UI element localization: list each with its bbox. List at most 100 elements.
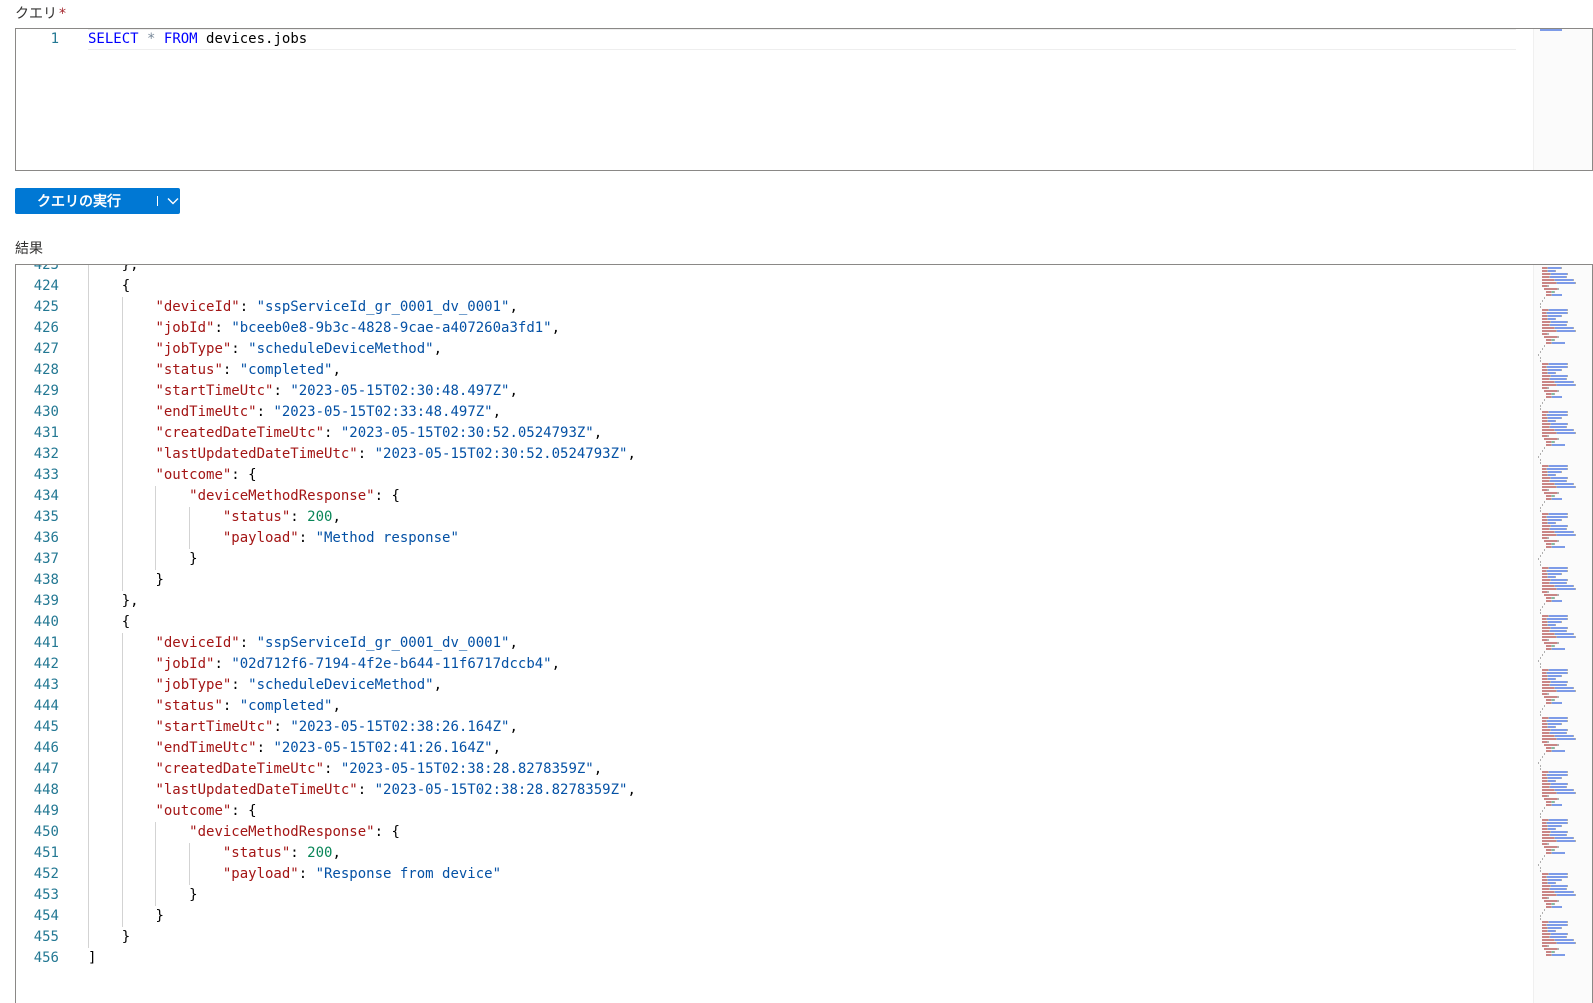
minimap-token [1542,606,1543,608]
minimap-token [1544,909,1545,911]
minimap-token [1548,372,1555,374]
minimap-token [1555,789,1573,791]
minimap-token [1557,288,1559,290]
minimap-token [1566,630,1567,632]
code-line: 441 "deviceId": "sspServiceId_gr_0001_dv… [16,633,1516,654]
code-token: "2023-05-15T02:38:26.164Z" [290,719,510,735]
minimap-token [1557,594,1559,596]
minimap-token [1555,930,1556,932]
minimap-token [1549,309,1567,311]
minimap-token [1538,558,1539,560]
minimap-token [1550,582,1566,584]
code-token: "Response from device" [315,866,502,882]
minimap-token [1551,321,1567,323]
minimap-token [1567,774,1568,776]
minimap-token [1566,426,1567,428]
minimap-token [1551,933,1567,935]
minimap-token [1567,411,1568,413]
code-token: "endTimeUtc" [155,740,257,756]
minimap-token [1542,279,1554,281]
minimap-token [1548,624,1555,626]
line-content: { [88,276,130,297]
query-editor[interactable]: 1 SELECT * FROM devices.jobs [15,28,1593,171]
code-token: , [509,635,518,651]
code-token: "startTimeUtc" [155,719,274,735]
chevron-down-icon[interactable] [166,193,180,209]
minimap-token [1567,423,1568,425]
minimap-token [1550,732,1566,734]
code-token: "2023-05-15T02:30:52.0524793Z" [340,425,594,441]
code-token: : [256,740,274,756]
code-token: , [593,761,603,777]
query-minimap[interactable] [1533,29,1592,170]
minimap-token [1540,765,1541,767]
minimap-token [1549,717,1567,719]
code-token: "payload" [222,530,299,546]
minimap-token [1547,285,1549,287]
minimap-token [1573,735,1574,737]
minimap-token [1548,930,1555,932]
code-token: : { [231,803,257,819]
minimap-token [1551,681,1567,683]
minimap-token [1561,369,1562,371]
minimap-token [1555,882,1556,884]
minimap-token [1542,402,1543,404]
minimap-token [1548,576,1555,578]
minimap-token [1575,840,1576,842]
minimap-token [1567,873,1568,875]
line-content: "endTimeUtc": "2023-05-15T02:41:26.164Z"… [88,738,501,759]
minimap-token [1561,519,1562,521]
line-number: 449 [33,803,59,819]
minimap-token [1540,303,1541,305]
code-token: : [273,383,291,399]
line-content: { [88,612,130,633]
minimap-token [1550,528,1566,530]
minimap-token [1542,729,1550,731]
minimap-token [1548,369,1561,371]
indent-guide [155,822,157,906]
minimap-token [1548,675,1561,677]
code-line: 451 "status": 200, [16,843,1516,864]
minimap-token [1567,468,1568,470]
minimap-token [1549,465,1567,467]
minimap-token [1542,588,1556,590]
minimap-token [1544,549,1545,551]
minimap-token [1542,477,1550,479]
minimap-token [1552,750,1565,752]
minimap-token [1567,579,1568,581]
code-token: "2023-05-15T02:30:52.0524793Z" [374,446,628,462]
minimap-token [1557,330,1575,332]
minimap-token [1547,468,1567,470]
minimap-token [1557,894,1575,896]
minimap-token [1554,747,1555,749]
line-number: 445 [33,719,59,735]
minimap-token [1538,762,1539,764]
minimap-token [1542,423,1550,425]
code-line: 454 } [16,906,1516,927]
code-token: "2023-05-15T02:38:28.8278359Z" [340,761,594,777]
minimap-token [1548,519,1561,521]
minimap-token [1575,792,1576,794]
results-minimap[interactable] [1533,265,1592,1003]
minimap-token [1555,318,1556,320]
code-token: : [298,530,316,546]
minimap-token [1547,945,1549,947]
minimap-token [1540,453,1541,455]
minimap-token [1567,615,1568,617]
code-token: "lastUpdatedDateTimeUtc" [155,446,358,462]
run-query-button[interactable]: クエリの実行 [15,188,180,214]
code-token: ] [88,950,97,966]
minimap-token [1554,699,1555,701]
minimap-token [1540,564,1541,566]
indent-guide [121,633,123,927]
line-content: "jobId": "02d712f6-7194-4f2e-b644-11f671… [88,654,560,675]
line-number: 442 [33,656,59,672]
minimap-token [1550,276,1566,278]
minimap-token [1567,627,1568,629]
minimap-token [1547,822,1567,824]
code-line: 445 "startTimeUtc": "2023-05-15T02:38:26… [16,717,1516,738]
code-line: 428 "status": "completed", [16,360,1516,381]
minimap-token [1544,807,1545,809]
results-editor[interactable]: 423 }, 424 {425 "deviceId": "sspServiceId… [15,264,1593,1003]
minimap-token [1542,480,1549,482]
